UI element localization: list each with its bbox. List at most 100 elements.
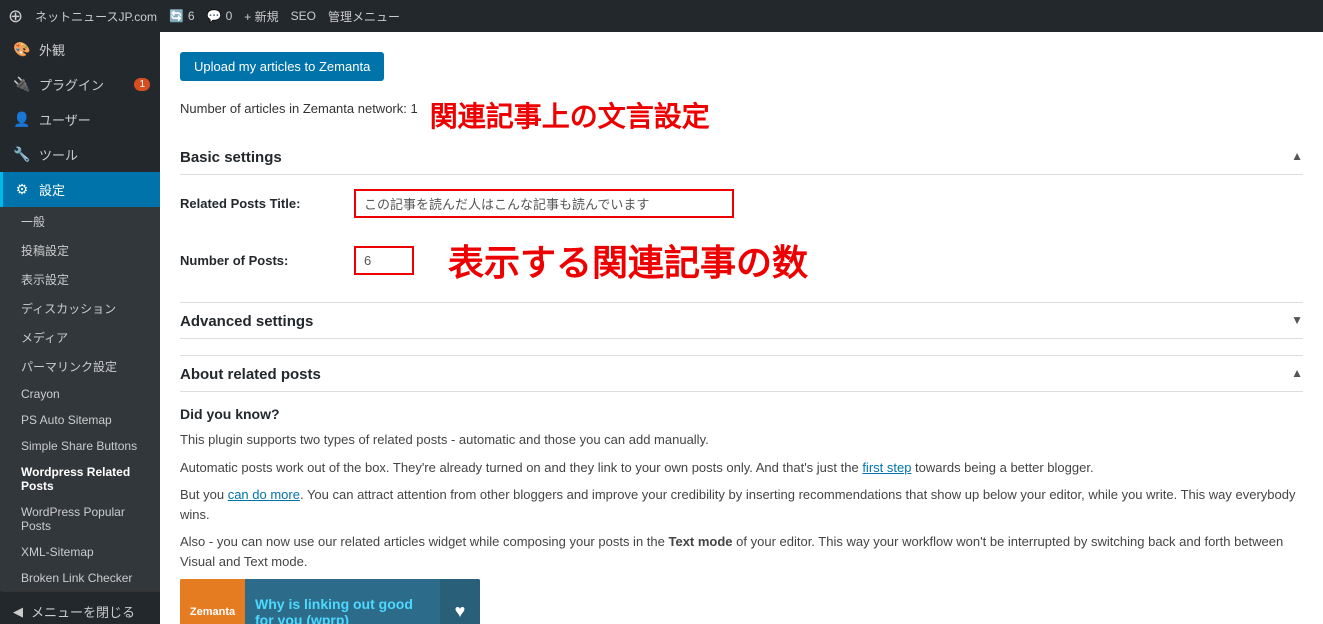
number-of-posts-label: Number of Posts: [180,253,340,268]
admin-bar: ⊕ ネットニュースJP.com 🔄 6 💬 0 + 新規 SEO 管理メニュー [0,0,1323,32]
sidebar-item-tools[interactable]: 🔧 ツール [0,137,160,172]
sidebar-item-xml-sitemap[interactable]: XML-Sitemap [0,539,160,565]
wordpress-related-posts-label: Wordpress Related Posts [21,465,150,493]
site-name: ネットニュースJP.com [35,8,157,25]
advanced-settings-collapse-icon[interactable]: ▼ [1291,313,1303,327]
update-count: 6 [188,9,195,23]
collapse-icon: ◀ [13,604,23,620]
network-count-text: Number of articles in Zemanta network: 1 [180,101,418,116]
xml-sitemap-label: XML-Sitemap [21,545,94,559]
upload-zemanta-button[interactable]: Upload my articles to Zemanta [180,52,384,81]
sidebar-item-wordpress-popular-posts[interactable]: WordPress Popular Posts [0,499,160,539]
zemanta-logo: Zemanta [180,579,245,624]
did-you-know-heading: Did you know? [180,406,1303,422]
video-thumbnail[interactable]: Zemanta Why is linking out good for you … [180,579,480,624]
update-count-item[interactable]: 🔄 6 [169,9,195,23]
wp-logo-item[interactable]: ⊕ [8,6,23,27]
para2-text2: towards being a better blogger. [911,460,1093,475]
general-label: 一般 [21,213,45,230]
crayon-label: Crayon [21,387,60,401]
discussion-label: ディスカッション [21,300,116,317]
content-area: Upload my articles to Zemanta Number of … [160,32,1323,624]
content-inner: Upload my articles to Zemanta Number of … [160,32,1323,624]
sidebar-item-wordpress-related-posts[interactable]: Wordpress Related Posts [0,459,160,499]
broken-link-checker-label: Broken Link Checker [21,571,132,585]
sidebar-item-settings-label: 設定 [39,180,65,199]
update-icon: 🔄 [169,9,184,23]
sidebar-item-users-label: ユーザー [39,110,91,129]
advanced-settings-label: Advanced settings [180,313,313,330]
settings-submenu: 一般 投稿設定 表示設定 ディスカッション メディア パーマリンク設定 Cray… [0,207,160,591]
comment-count-item[interactable]: 💬 0 [207,9,233,23]
basic-settings-collapse-icon[interactable]: ▲ [1291,149,1303,163]
para3-text1: But you [180,487,228,502]
basic-settings-heading: Basic settings ▲ [180,149,1303,175]
para2-text1: Automatic posts work out of the box. The… [180,460,862,475]
video-title: Why is linking out good for you (wprp) [245,596,440,624]
sidebar-item-ps-auto-sitemap[interactable]: PS Auto Sitemap [0,407,160,433]
annotation-text-1: 関連記事上の文言設定 [430,95,710,135]
sidebar-item-writing[interactable]: 投稿設定 [0,236,160,265]
sidebar-item-discussion[interactable]: ディスカッション [0,294,160,323]
settings-icon: ⚙ [13,181,31,198]
body-para-2: Automatic posts work out of the box. The… [180,458,1303,478]
related-posts-title-label: Related Posts Title: [180,196,340,211]
appearance-icon: 🎨 [13,41,31,58]
admin-menu-item[interactable]: 管理メニュー [328,8,400,25]
site-name-item[interactable]: ネットニュースJP.com [35,8,157,25]
close-menu-item[interactable]: ◀ メニューを閉じる [0,591,160,624]
seo-item[interactable]: SEO [291,9,316,23]
body-para-3: But you can do more. You can attract att… [180,485,1303,524]
about-related-posts-label: About related posts [180,366,321,383]
advanced-settings-section: Advanced settings ▼ [180,302,1303,339]
tools-icon: 🔧 [13,146,31,163]
ps-auto-sitemap-label: PS Auto Sitemap [21,413,112,427]
admin-menu-label: 管理メニュー [328,8,400,25]
main-layout: 🎨 外観 🔌 プラグイン 1 👤 ユーザー 🔧 ツール ⚙ 設定 一般 投稿設定 [0,32,1323,624]
related-posts-title-row: Related Posts Title: [180,189,1303,218]
seo-label: SEO [291,9,316,23]
sidebar-item-general[interactable]: 一般 [0,207,160,236]
first-step-link[interactable]: first step [862,460,911,475]
comment-count: 0 [226,9,233,23]
para3-text2: . You can attract attention from other b… [180,487,1295,522]
sidebar-item-reading[interactable]: 表示設定 [0,265,160,294]
new-post-label: + 新規 [244,8,278,25]
network-row: Number of articles in Zemanta network: 1… [180,95,1303,135]
sidebar: 🎨 外観 🔌 プラグイン 1 👤 ユーザー 🔧 ツール ⚙ 設定 一般 投稿設定 [0,32,160,624]
sidebar-item-simple-share-buttons[interactable]: Simple Share Buttons [0,433,160,459]
sidebar-item-broken-link-checker[interactable]: Broken Link Checker [0,565,160,591]
advanced-settings-heading: Advanced settings ▼ [180,313,1303,339]
related-posts-title-input[interactable] [354,189,734,218]
close-menu-label: メニューを閉じる [31,602,135,621]
sidebar-item-users[interactable]: 👤 ユーザー [0,102,160,137]
sidebar-item-crayon[interactable]: Crayon [0,381,160,407]
users-icon: 👤 [13,111,31,128]
para4-bold: Text mode [668,534,732,549]
sidebar-item-permalink[interactable]: パーマリンク設定 [0,352,160,381]
sidebar-item-media[interactable]: メディア [0,323,160,352]
wp-logo-icon: ⊕ [8,6,23,27]
video-heart-icon[interactable]: ♥ [440,579,480,624]
number-of-posts-input[interactable] [354,246,414,275]
annotation-text-2: 表示する関連記事の数 [448,234,808,286]
writing-label: 投稿設定 [21,242,69,259]
basic-settings-label: Basic settings [180,149,282,166]
body-para-1: This plugin supports two types of relate… [180,430,1303,450]
media-label: メディア [21,329,68,346]
reading-label: 表示設定 [21,271,69,288]
sidebar-item-plugins-label: プラグイン [39,75,104,94]
plugins-icon: 🔌 [13,76,31,93]
sidebar-item-appearance[interactable]: 🎨 外観 [0,32,160,67]
plugins-badge: 1 [134,78,150,91]
sidebar-item-plugins[interactable]: 🔌 プラグイン 1 [0,67,160,102]
permalink-label: パーマリンク設定 [21,358,117,375]
can-do-more-link[interactable]: can do more [228,487,300,502]
sidebar-item-settings[interactable]: ⚙ 設定 [0,172,160,207]
number-of-posts-row: Number of Posts: 表示する関連記事の数 [180,234,1303,286]
sidebar-item-appearance-label: 外観 [39,40,65,59]
about-collapse-icon[interactable]: ▲ [1291,366,1303,380]
sidebar-item-tools-label: ツール [39,145,78,164]
wordpress-popular-posts-label: WordPress Popular Posts [21,505,150,533]
new-post-item[interactable]: + 新規 [244,8,278,25]
